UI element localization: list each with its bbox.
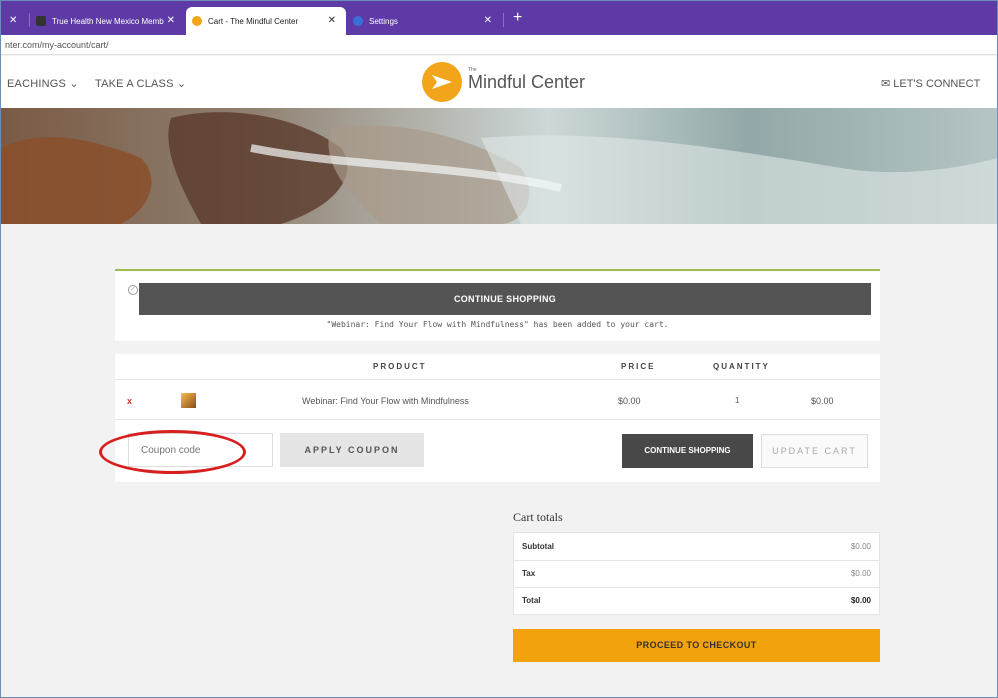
- chevron-down-icon: ⌄: [69, 78, 79, 90]
- browser-window: ✕ True Health New Mexico Memb ✕ Cart - T…: [0, 0, 998, 698]
- totals-value: $0.00: [850, 542, 871, 551]
- close-icon[interactable]: ✕: [484, 15, 492, 26]
- tab-close-prev[interactable]: ✕: [1, 7, 29, 35]
- address-bar[interactable]: nter.com/my-account/cart/: [1, 35, 997, 55]
- remove-item-icon[interactable]: x: [127, 396, 132, 406]
- column-header-product: PRODUCT: [373, 362, 427, 371]
- tab-true-health[interactable]: True Health New Mexico Memb ✕: [30, 7, 185, 35]
- column-header-price: PRICE: [621, 362, 656, 371]
- close-icon[interactable]: ✕: [9, 15, 17, 26]
- product-thumbnail[interactable]: [181, 393, 196, 408]
- proceed-to-checkout-button[interactable]: PROCEED TO CHECKOUT: [513, 629, 880, 662]
- tab-bar: ✕ True Health New Mexico Memb ✕ Cart - T…: [1, 1, 997, 35]
- totals-label: Total: [522, 596, 541, 605]
- product-price: $0.00: [618, 396, 641, 406]
- totals-value: $0.00: [850, 569, 871, 578]
- cart-notice: ✓ CONTINUE SHOPPING "Webinar: Find Your …: [115, 269, 880, 341]
- tab-label: True Health New Mexico Memb: [52, 16, 164, 26]
- logo-icon[interactable]: [422, 62, 462, 102]
- notice-message: "Webinar: Find Your Flow with Mindfulnes…: [326, 320, 669, 329]
- connect-label: LET'S CONNECT: [893, 78, 981, 90]
- totals-label: Subtotal: [522, 542, 554, 551]
- column-header-quantity: QUANTITY: [713, 362, 770, 371]
- close-icon[interactable]: ✕: [328, 15, 336, 26]
- cart-totals-title: Cart totals: [513, 510, 563, 524]
- tab-cart[interactable]: Cart - The Mindful Center ✕: [186, 7, 346, 35]
- cart-table: PRODUCT PRICE QUANTITY x Webinar: Find Y…: [115, 354, 880, 482]
- totals-row-total: Total $0.00: [514, 587, 879, 614]
- apply-coupon-button[interactable]: APPLY COUPON: [280, 433, 424, 467]
- nav-take-a-class[interactable]: TAKE A CLASS ⌄: [95, 77, 186, 90]
- page-icon: [36, 16, 46, 26]
- product-name[interactable]: Webinar: Find Your Flow with Mindfulness: [302, 396, 469, 406]
- settings-icon: [353, 16, 363, 26]
- product-subtotal: $0.00: [811, 396, 834, 406]
- quantity-field[interactable]: 1: [735, 396, 739, 405]
- totals-label: Tax: [522, 569, 536, 578]
- logo-text[interactable]: Mindful Center: [468, 72, 585, 93]
- close-icon[interactable]: ✕: [167, 15, 175, 26]
- tab-label: Cart - The Mindful Center: [208, 16, 299, 26]
- chevron-down-icon: ⌄: [176, 78, 187, 90]
- tab-settings[interactable]: Settings ✕: [347, 7, 502, 35]
- site-header: EACHINGS ⌄ TAKE A CLASS ⌄ The Mindful Ce…: [1, 56, 997, 108]
- continue-shopping-button[interactable]: CONTINUE SHOPPING: [139, 283, 871, 315]
- update-cart-button[interactable]: UPDATE CART: [761, 434, 868, 468]
- envelope-icon: ✉: [881, 78, 891, 90]
- nav-label: TAKE A CLASS: [95, 78, 174, 90]
- check-circle-icon: ✓: [128, 285, 138, 295]
- totals-row-tax: Tax $0.00: [514, 560, 879, 588]
- cart-totals-table: Subtotal $0.00 Tax $0.00 Total $0.00: [513, 532, 880, 615]
- tab-label: Settings: [369, 16, 398, 26]
- nav-label: EACHINGS: [7, 78, 67, 90]
- hero-banner: [1, 108, 997, 224]
- totals-value: $0.00: [850, 596, 871, 605]
- new-tab-icon[interactable]: +: [513, 9, 522, 27]
- totals-row-subtotal: Subtotal $0.00: [514, 533, 879, 561]
- continue-shopping-button-secondary[interactable]: CONTINUE SHOPPING: [622, 434, 753, 468]
- mindful-center-icon: [192, 16, 202, 26]
- url-text: nter.com/my-account/cart/: [5, 40, 109, 50]
- lets-connect-link[interactable]: ✉ LET'S CONNECT: [881, 77, 980, 90]
- nav-teachings[interactable]: EACHINGS ⌄: [7, 77, 79, 90]
- coupon-code-input[interactable]: [128, 433, 273, 467]
